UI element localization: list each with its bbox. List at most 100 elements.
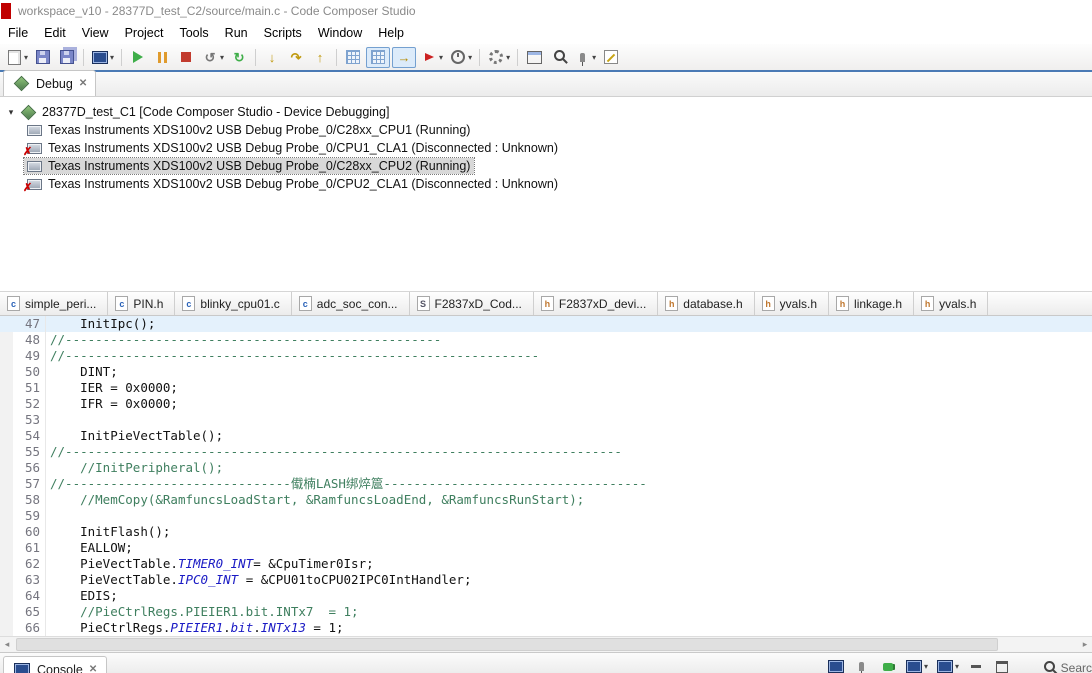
save-button[interactable] [32,48,54,67]
new-editor-button[interactable] [600,48,622,67]
terminate-button[interactable] [175,48,197,67]
editor-tab[interactable]: hyvals.h [755,292,829,315]
line-number[interactable]: 53 [13,412,46,428]
pin-console-button[interactable] [851,657,873,673]
annotation-ruler[interactable] [0,348,13,364]
line-number[interactable]: 51 [13,380,46,396]
annotation-ruler[interactable] [0,508,13,524]
scrollbar-thumb[interactable] [16,638,998,651]
pin-session-dropdown-icon[interactable]: ▾ [592,53,596,62]
code-text[interactable]: IER = 0x0000; [46,380,1092,396]
search-button[interactable] [547,48,569,67]
annotation-ruler[interactable] [0,588,13,604]
code-editor[interactable]: 47 InitIpc();48//-----------------------… [0,316,1092,636]
annotation-ruler[interactable] [0,604,13,620]
line-number[interactable]: 48 [13,332,46,348]
debug-tree-item[interactable]: ▾28377D_test_C1 [Code Composer Studio - … [0,103,1092,121]
annotation-ruler[interactable] [0,332,13,348]
line-number[interactable]: 47 [13,316,46,332]
editor-tab[interactable]: hlinkage.h [829,292,914,315]
expand-arrow-icon[interactable]: ▾ [4,107,18,118]
display-selected-console-button[interactable]: ▾ [903,657,930,673]
code-text[interactable]: //PieCtrlRegs.PIEIER1.bit.INTx7 = 1; [46,604,1092,620]
line-number[interactable]: 61 [13,540,46,556]
open-console-button[interactable]: ▾ [934,657,961,673]
annotation-ruler[interactable] [0,444,13,460]
code-text[interactable] [46,412,1092,428]
minimize-view-button[interactable] [965,657,987,673]
save-all-button[interactable] [56,48,78,67]
debug-tree-item[interactable]: ✗Texas Instruments XDS100v2 USB Debug Pr… [0,139,1092,157]
code-text[interactable]: DINT; [46,364,1092,380]
line-number[interactable]: 50 [13,364,46,380]
code-text[interactable]: EDIS; [46,588,1092,604]
registers-button[interactable] [342,48,364,67]
clear-console-button[interactable] [825,657,847,673]
menu-file[interactable]: File [0,23,36,43]
tab-debug[interactable]: Debug ✕ [3,70,96,96]
editor-tab[interactable]: SF2837xD_Cod... [410,292,534,315]
line-number[interactable]: 56 [13,460,46,476]
code-text[interactable]: PieVectTable.IPC0_INT = &CPU01toCPU02IPC… [46,572,1092,588]
line-number[interactable]: 66 [13,620,46,636]
annotation-ruler[interactable] [0,364,13,380]
open-window-button[interactable] [523,48,545,67]
step-return-button[interactable]: ↑ [309,48,331,67]
menu-view[interactable]: View [74,23,117,43]
code-text[interactable]: EALLOW; [46,540,1092,556]
code-text[interactable]: //--------------------------------------… [46,444,1092,460]
restart-button[interactable]: ↻ [228,48,250,67]
profile-clock-button[interactable]: ▾ [447,48,474,67]
code-text[interactable]: InitPieVectTable(); [46,428,1092,444]
line-number[interactable]: 62 [13,556,46,572]
menu-tools[interactable]: Tools [171,23,216,43]
menu-edit[interactable]: Edit [36,23,74,43]
editor-tab[interactable]: cPIN.h [108,292,175,315]
editor-tab[interactable]: csimple_peri... [0,292,108,315]
annotation-ruler[interactable] [0,428,13,444]
tools-menu-button[interactable]: ▾ [485,48,512,67]
line-number[interactable]: 52 [13,396,46,412]
flash-button[interactable]: ▾ [418,48,445,67]
code-text[interactable]: //--------------------------------------… [46,348,1092,364]
annotation-ruler[interactable] [0,556,13,572]
maximize-view-button[interactable] [991,657,1013,673]
line-number[interactable]: 65 [13,604,46,620]
line-number[interactable]: 49 [13,348,46,364]
menu-scripts[interactable]: Scripts [256,23,310,43]
close-icon[interactable]: ✕ [89,664,97,673]
horizontal-scrollbar[interactable]: ◂ ▸ [0,636,1092,652]
editor-tab[interactable]: cadc_soc_con... [292,292,410,315]
flash-dropdown-icon[interactable]: ▾ [439,53,443,62]
new-button[interactable]: ▾ [3,48,30,67]
code-text[interactable]: //--------------------------------------… [46,332,1092,348]
pin-session-button[interactable]: ▾ [571,48,598,67]
debug-tree-item[interactable]: Texas Instruments XDS100v2 USB Debug Pro… [0,157,1092,175]
open-console-dropdown-icon[interactable]: ▾ [955,662,959,671]
code-text[interactable]: //------------------------------傤楠LASH绑焠… [46,476,1092,492]
menu-project[interactable]: Project [117,23,172,43]
code-text[interactable]: IFR = 0x0000; [46,396,1092,412]
console-display-dropdown-icon[interactable]: ▾ [110,53,114,62]
editor-tab[interactable]: hyvals.h [914,292,988,315]
line-number[interactable]: 57 [13,476,46,492]
tab-console[interactable]: Console ✕ [3,656,107,673]
code-text[interactable] [46,508,1092,524]
annotation-ruler[interactable] [0,572,13,588]
annotation-ruler[interactable] [0,412,13,428]
annotation-ruler[interactable] [0,460,13,476]
editor-tab[interactable]: hF2837xD_devi... [534,292,658,315]
menu-window[interactable]: Window [310,23,370,43]
step-into-button[interactable]: ↓ [261,48,283,67]
line-number[interactable]: 60 [13,524,46,540]
code-text[interactable]: PieCtrlRegs.PIEIER1.bit.INTx13 = 1; [46,620,1092,636]
console-display-button[interactable]: ▾ [89,48,116,67]
code-text[interactable]: PieVectTable.TIMER0_INT= &CpuTimer0Isr; [46,556,1092,572]
scroll-left-icon[interactable]: ◂ [0,639,14,650]
step-over-button[interactable]: ↷ [285,48,307,67]
annotation-ruler[interactable] [0,316,13,332]
annotation-ruler[interactable] [0,476,13,492]
cpu-reset-dropdown-icon[interactable]: ▾ [220,53,224,62]
new-dropdown-icon[interactable]: ▾ [24,53,28,62]
resume-button[interactable] [127,48,149,67]
